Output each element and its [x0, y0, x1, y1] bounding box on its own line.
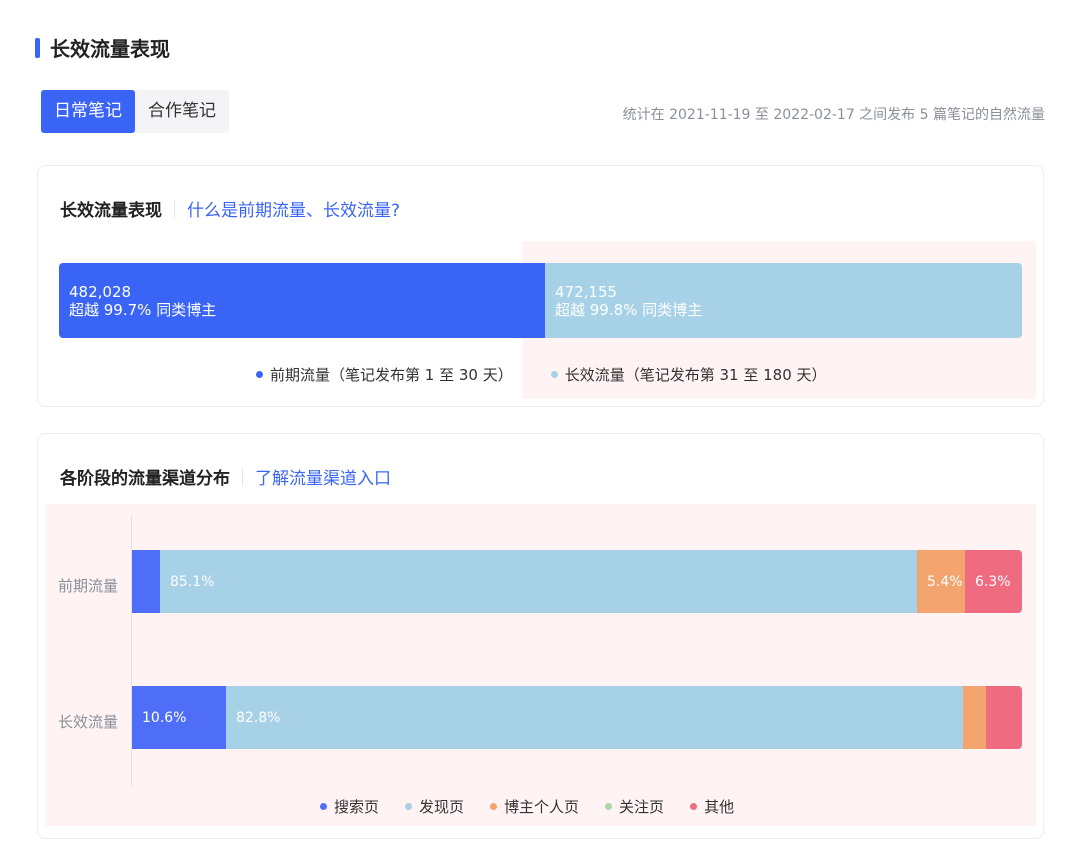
legend-label: 发现页	[419, 798, 465, 816]
legend-item-profile: 博主个人页	[490, 796, 579, 817]
y-tick-label: 长效流量	[58, 713, 119, 731]
legend-item-follow: 关注页	[605, 796, 664, 817]
legend-dot	[605, 803, 613, 810]
legend-item-discover: 发现页	[405, 796, 464, 817]
legend-dot	[690, 803, 698, 810]
y-tick-label: 前期流量	[58, 577, 119, 595]
legend-dot	[256, 371, 263, 378]
page-title: 长效流量表现	[50, 37, 170, 61]
legend-item-other: 其他	[690, 796, 734, 817]
legend-label: 其他	[704, 798, 735, 816]
section-header: 长效流量表现	[35, 33, 170, 62]
data-label: 5.4%	[927, 573, 963, 590]
legend-label: 前期流量（笔记发布第 1 至 30 天）	[270, 366, 513, 384]
channel-legend: 搜索页 发现页 博主个人页 关注页 其他	[320, 796, 760, 817]
statistics-note: 统计在 2021-11-19 至 2022-02-17 之间发布 5 篇笔记的自…	[622, 107, 1045, 123]
legend-item-search: 搜索页	[320, 796, 379, 817]
legend-label: 关注页	[619, 798, 665, 816]
channel-distribution-card: 各阶段的流量渠道分布 了解流量渠道入口 前期流量 长效流量 85.1% 5.4% 6…	[37, 433, 1044, 839]
title-accent-bar	[35, 37, 40, 58]
note-type-tabs: 日常笔记 合作笔记	[41, 90, 229, 133]
legend-dot	[490, 803, 498, 810]
traffic-legend: 前期流量（笔记发布第 1 至 30 天） 长效流量（笔记发布第 31 至 180…	[256, 364, 853, 385]
card-title: 各阶段的流量渠道分布	[60, 469, 230, 489]
help-link-traffic-definition[interactable]: 什么是前期流量、长效流量?	[187, 196, 400, 221]
card-header: 长效流量表现 什么是前期流量、长效流量?	[60, 196, 400, 221]
bar-segment-other	[986, 686, 1022, 749]
traffic-comparison-bar: 482,028 超越 99.7% 同类博主 472,155 超越 99.8% 同…	[59, 263, 1022, 338]
bar-segment-other: 6.3%	[965, 550, 1022, 613]
early-traffic-rank: 超越 99.7% 同类博主	[69, 301, 217, 319]
data-label: 6.3%	[975, 573, 1011, 590]
bar-segment-profile: 5.4%	[917, 550, 965, 613]
divider	[174, 199, 175, 218]
legend-label: 长效流量（笔记发布第 31 至 180 天）	[564, 366, 827, 384]
legend-dot	[550, 371, 558, 378]
bar-segment-search	[132, 550, 160, 613]
card-header: 各阶段的流量渠道分布 了解流量渠道入口	[60, 464, 391, 489]
help-link-channel-entry[interactable]: 了解流量渠道入口	[255, 464, 391, 489]
data-label: 82.8%	[236, 709, 281, 726]
data-label: 85.1%	[170, 573, 215, 590]
stacked-bar-early: 85.1% 5.4% 6.3%	[132, 550, 1022, 613]
long-tail-traffic-card: 长效流量表现 什么是前期流量、长效流量? 482,028 超越 99.7% 同类…	[37, 165, 1044, 407]
bar-segment-early-traffic: 482,028 超越 99.7% 同类博主	[59, 263, 545, 338]
divider	[242, 467, 243, 486]
card-title: 长效流量表现	[60, 201, 162, 221]
long-tail-traffic-value: 472,155	[555, 283, 618, 301]
early-traffic-value: 482,028	[69, 283, 132, 301]
bar-segment-long-tail-traffic: 472,155 超越 99.8% 同类博主	[545, 263, 1022, 338]
bar-segment-search: 10.6%	[132, 686, 226, 749]
legend-dot	[320, 803, 327, 810]
stacked-bar-long-tail: 10.6% 82.8%	[132, 686, 1022, 749]
long-tail-traffic-rank: 超越 99.8% 同类博主	[555, 301, 703, 319]
legend-dot	[405, 803, 413, 810]
bar-segment-profile	[963, 686, 986, 749]
bar-segment-discover: 85.1%	[160, 550, 917, 613]
legend-item-long-tail: 长效流量（笔记发布第 31 至 180 天）	[550, 364, 827, 385]
legend-label: 搜索页	[334, 798, 380, 816]
tab-daily-notes[interactable]: 日常笔记	[41, 90, 135, 133]
data-label: 10.6%	[142, 709, 187, 726]
legend-item-early: 前期流量（笔记发布第 1 至 30 天）	[256, 364, 513, 385]
bar-segment-discover: 82.8%	[226, 686, 963, 749]
legend-label: 博主个人页	[504, 798, 580, 816]
tab-cooperation-notes[interactable]: 合作笔记	[135, 90, 229, 133]
